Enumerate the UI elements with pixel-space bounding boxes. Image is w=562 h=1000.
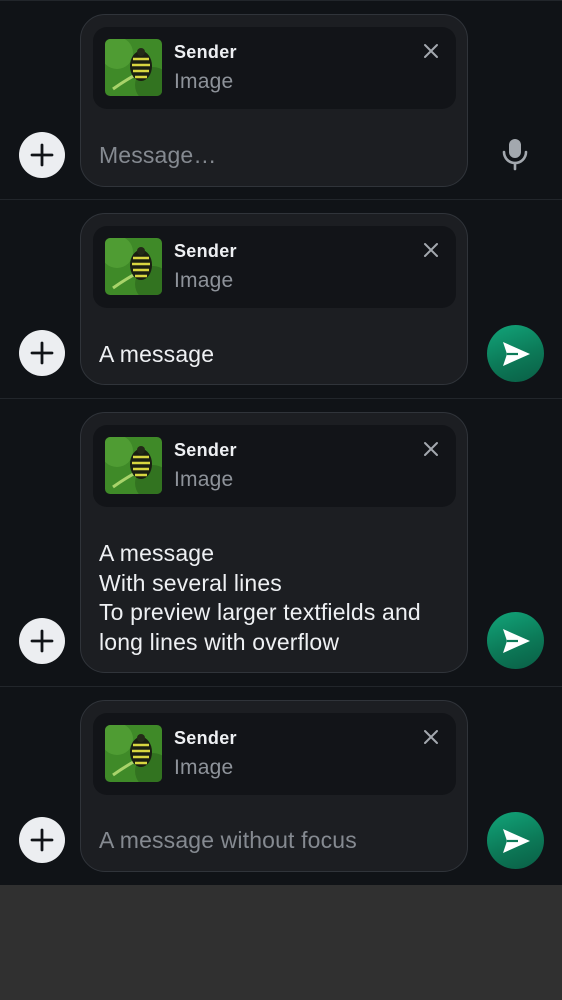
- plus-icon: [30, 828, 54, 852]
- send-button[interactable]: [487, 612, 544, 669]
- message-field[interactable]: Sender Image A message without focus: [80, 700, 468, 872]
- composer-preview-screen: Sender Image Message… Sender Image A mes…: [0, 0, 562, 885]
- message-text: A message without focus: [99, 827, 357, 853]
- image-thumbnail: [105, 725, 162, 782]
- attach-button[interactable]: [19, 330, 65, 376]
- plus-icon: [30, 629, 54, 653]
- send-button[interactable]: [487, 325, 544, 382]
- composer-multi-line: Sender Image A message With several line…: [0, 398, 562, 686]
- reply-sender: Sender: [174, 728, 237, 748]
- reply-sender: Sender: [174, 42, 237, 62]
- message-field[interactable]: Sender Image A message With several line…: [80, 412, 468, 673]
- image-thumbnail: [105, 39, 162, 96]
- reply-preview: Sender Image: [93, 713, 456, 795]
- image-thumbnail: [105, 437, 162, 494]
- composer-unfocused: Sender Image A message without focus: [0, 686, 562, 885]
- attach-button[interactable]: [19, 618, 65, 664]
- plus-icon: [30, 341, 54, 365]
- reply-content-type: Image: [174, 70, 234, 93]
- reply-content-type: Image: [174, 468, 234, 491]
- image-thumbnail: [105, 238, 162, 295]
- close-icon[interactable]: [423, 43, 439, 59]
- reply-content-type: Image: [174, 269, 234, 292]
- close-icon[interactable]: [423, 242, 439, 258]
- send-icon: [502, 341, 530, 366]
- message-text: A message With several lines To preview …: [99, 540, 421, 655]
- message-field[interactable]: Sender Image Message…: [80, 14, 468, 187]
- reply-preview: Sender Image: [93, 27, 456, 109]
- send-icon: [502, 628, 530, 653]
- reply-preview: Sender Image: [93, 226, 456, 308]
- close-icon[interactable]: [423, 729, 439, 745]
- message-text: Message…: [99, 142, 217, 168]
- send-icon: [502, 828, 530, 853]
- composer-single-line: Sender Image A message: [0, 199, 562, 398]
- reply-sender: Sender: [174, 440, 237, 460]
- reply-sender: Sender: [174, 241, 237, 261]
- plus-icon: [30, 143, 54, 167]
- message-field[interactable]: Sender Image A message: [80, 213, 468, 385]
- attach-button[interactable]: [19, 132, 65, 178]
- close-icon[interactable]: [423, 441, 439, 457]
- send-button[interactable]: [487, 812, 544, 869]
- reply-content-type: Image: [174, 756, 234, 779]
- message-text: A message: [99, 341, 215, 367]
- composer-empty: Sender Image Message…: [0, 0, 562, 199]
- reply-preview: Sender Image: [93, 425, 456, 507]
- microphone-icon[interactable]: [497, 136, 533, 172]
- attach-button[interactable]: [19, 817, 65, 863]
